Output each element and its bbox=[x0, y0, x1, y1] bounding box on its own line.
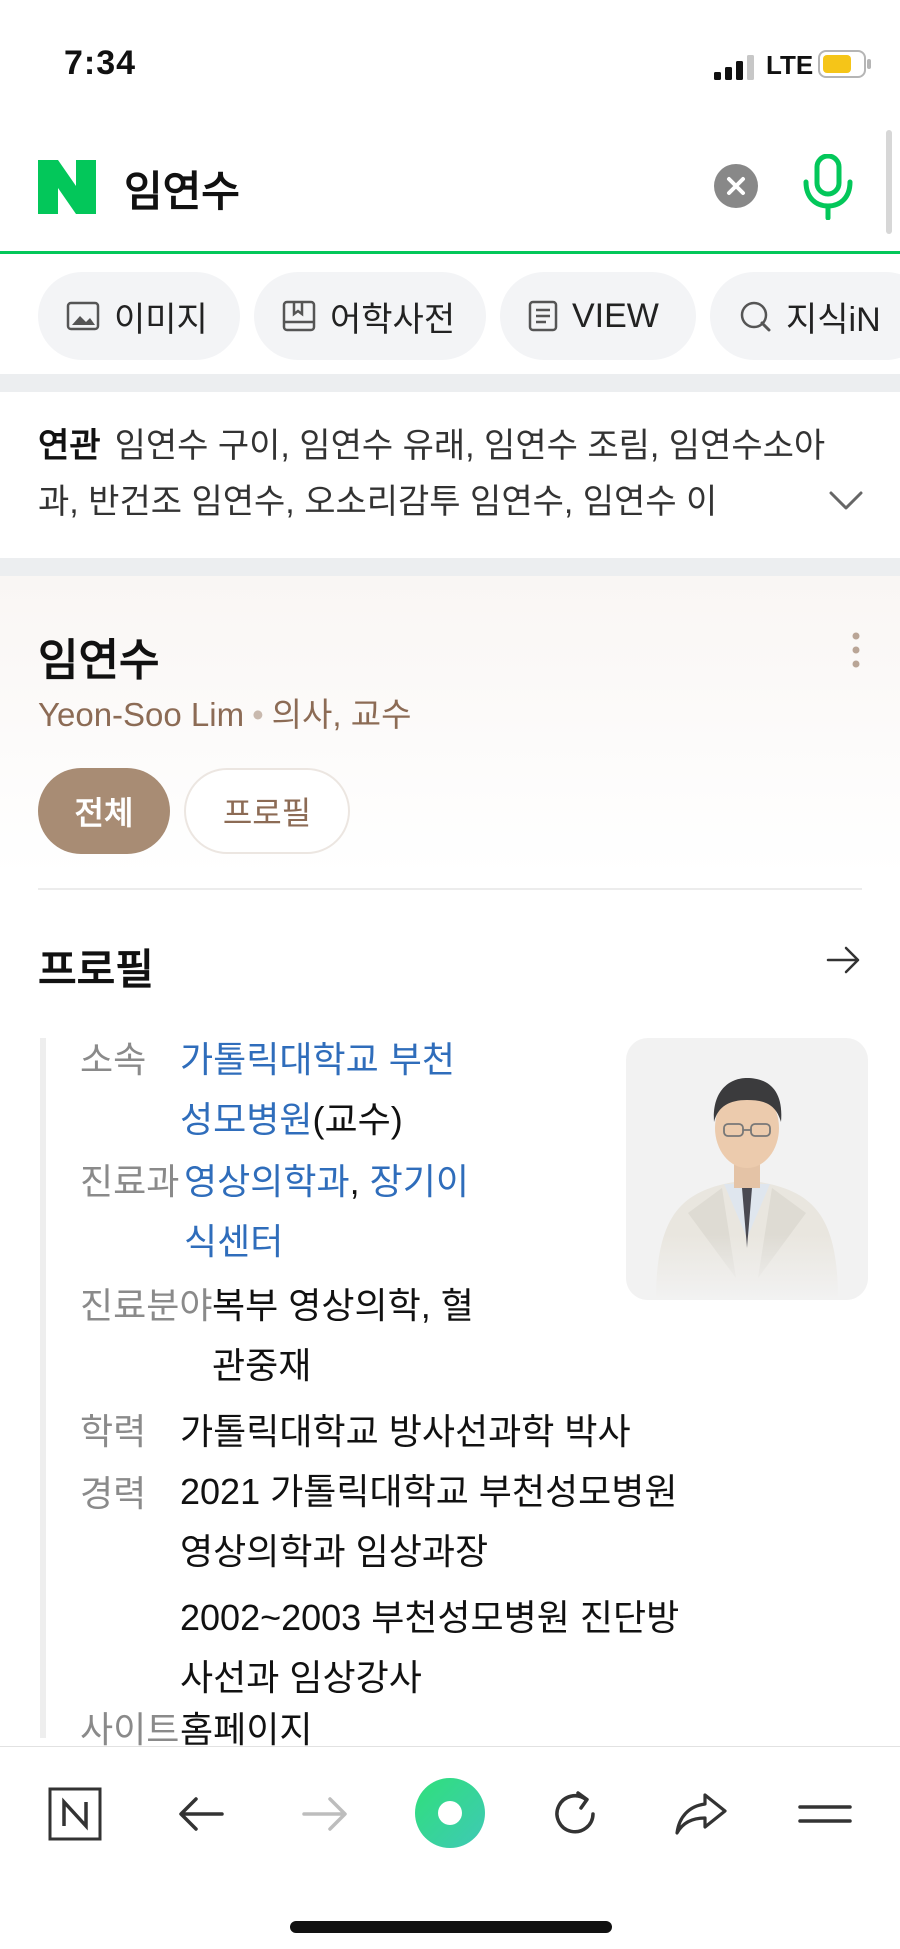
green-dot-button[interactable] bbox=[414, 1777, 486, 1849]
more-options-icon[interactable] bbox=[850, 630, 862, 670]
search-tabs: 이미지 어학사전 VIEW 지식iN bbox=[0, 262, 900, 374]
related-text-block[interactable]: 연관 임연수 구이, 임연수 유래, 임연수 조림, 임연수소아과, 반건조 임연… bbox=[38, 418, 838, 530]
value-specialty: 복부 영상의학, 혈관중재 bbox=[212, 1285, 474, 1386]
english-name: Yeon-Soo Lim bbox=[38, 696, 245, 733]
scrollbar[interactable] bbox=[886, 130, 892, 234]
related-searches: 연관 임연수 구이, 임연수 유래, 임연수 조림, 임연수소아과, 반건조 임연… bbox=[0, 392, 900, 558]
status-bar: 7:34 LTE bbox=[0, 0, 900, 120]
affiliation-suffix: (교수) bbox=[312, 1099, 403, 1140]
info-row-affiliation: 소속 가톨릭대학교 부천성모병원(교수) bbox=[80, 1030, 480, 1160]
profile-subtitle: Yeon-Soo Lim • 의사, 교수 bbox=[38, 688, 411, 736]
close-icon bbox=[727, 177, 745, 195]
tab-dictionary[interactable]: 어학사전 bbox=[254, 272, 486, 360]
label-education: 학력 bbox=[80, 1411, 147, 1452]
menu-button[interactable] bbox=[790, 1779, 860, 1849]
home-indicator[interactable] bbox=[290, 1921, 612, 1933]
profile-photo[interactable] bbox=[626, 1038, 868, 1300]
tab-label: 지식iN bbox=[786, 300, 881, 339]
status-time: 7:34 bbox=[64, 44, 137, 82]
clear-search-button[interactable] bbox=[714, 164, 758, 208]
battery-icon bbox=[818, 50, 871, 78]
tab-label: VIEW bbox=[572, 296, 659, 335]
profile-name: 임연수 bbox=[38, 636, 160, 685]
divider bbox=[38, 888, 862, 890]
chevron-down-icon[interactable] bbox=[828, 490, 864, 512]
tab-images[interactable]: 이미지 bbox=[38, 272, 240, 360]
profile-card: 임연수 Yeon-Soo Lim • 의사, 교수 전체 프로필 프로필 소속 가톨… bbox=[0, 576, 900, 1750]
info-row-career: 경력 2021 가톨릭대학교 부천성모병원 영상의학과 임상과장 2002~20… bbox=[80, 1464, 860, 1714]
arrow-left-icon bbox=[179, 1797, 224, 1831]
naver-home-button[interactable] bbox=[40, 1779, 110, 1849]
arrow-right-icon bbox=[302, 1797, 347, 1831]
filter-profile-button[interactable]: 프로필 bbox=[184, 768, 350, 854]
label-department: 진료과 bbox=[80, 1161, 180, 1202]
tab-label: 어학사전 bbox=[330, 300, 456, 339]
education-link[interactable]: 가톨릭대학교 방사선과학 박사 bbox=[180, 1402, 860, 1462]
career-item: 2002~2003 부천성모병원 진단방사선과 임상강사 bbox=[180, 1597, 680, 1698]
info-row-department: 진료과 영상의학과, 장기이식센터 bbox=[80, 1152, 500, 1282]
search-bar: 임연수 bbox=[0, 130, 900, 254]
tab-knowledge-in[interactable]: 지식iN bbox=[710, 272, 900, 360]
bottom-toolbar bbox=[0, 1746, 900, 1949]
naver-logo-icon[interactable] bbox=[38, 160, 96, 214]
profile-info-table: 소속 가톨릭대학교 부천성모병원(교수) 진료과 영상의학과, 장기이식센터 진… bbox=[40, 1038, 868, 1750]
section-divider bbox=[0, 558, 900, 576]
label-specialty: 진료분야 bbox=[80, 1285, 213, 1326]
network-type: LTE bbox=[766, 50, 814, 80]
related-keywords[interactable]: 임연수 구이, 임연수 유래, 임연수 조림, 임연수소아과, 반건조 임연수,… bbox=[38, 427, 825, 521]
tab-view[interactable]: VIEW bbox=[500, 272, 696, 360]
value-department: 영상의학과, 장기이식센터 bbox=[184, 1152, 484, 1272]
doctor-portrait-image bbox=[626, 1038, 868, 1300]
document-icon bbox=[528, 300, 558, 332]
info-row-specialty: 진료분야 복부 영상의학, 혈관중재 bbox=[80, 1276, 500, 1406]
value-affiliation: 가톨릭대학교 부천성모병원(교수) bbox=[180, 1030, 480, 1150]
microphone-icon[interactable] bbox=[800, 154, 856, 220]
label-career: 경력 bbox=[80, 1473, 147, 1514]
refresh-button[interactable] bbox=[540, 1779, 610, 1849]
related-label: 연관 bbox=[38, 427, 101, 465]
cellular-signal-icon bbox=[714, 55, 754, 80]
separator-dot: • bbox=[252, 696, 264, 733]
refresh-icon bbox=[555, 1791, 595, 1834]
department-link-radiology[interactable]: 영상의학과 bbox=[184, 1161, 350, 1202]
green-dot-icon bbox=[415, 1778, 485, 1848]
image-icon bbox=[66, 301, 100, 331]
forward-button[interactable] bbox=[290, 1779, 360, 1849]
search-input[interactable]: 임연수 bbox=[124, 158, 240, 219]
share-icon bbox=[675, 1793, 727, 1835]
share-button[interactable] bbox=[666, 1779, 736, 1849]
dictionary-icon bbox=[282, 300, 316, 332]
filter-all-button[interactable]: 전체 bbox=[38, 768, 170, 854]
section-title-profile: 프로필 bbox=[38, 946, 154, 993]
arrow-right-icon[interactable] bbox=[826, 942, 862, 978]
search-q-icon bbox=[740, 301, 771, 332]
label-affiliation: 소속 bbox=[80, 1039, 147, 1080]
section-divider bbox=[0, 374, 900, 392]
naver-n-icon bbox=[48, 1787, 102, 1841]
occupation: 의사, 교수 bbox=[271, 696, 412, 733]
hamburger-menu-icon bbox=[798, 1805, 852, 1823]
tab-label: 이미지 bbox=[114, 300, 208, 339]
department-comma: , bbox=[349, 1161, 370, 1202]
career-item: 2021 가톨릭대학교 부천성모병원 영상의학과 임상과장 bbox=[180, 1471, 678, 1572]
back-button[interactable] bbox=[166, 1779, 236, 1849]
info-row-education: 학력 가톨릭대학교 방사선과학 박사 bbox=[80, 1402, 860, 1466]
